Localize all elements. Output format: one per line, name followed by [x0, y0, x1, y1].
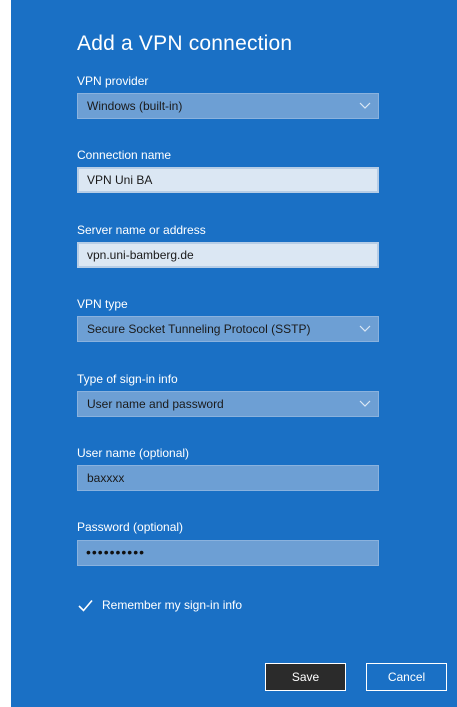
- password-input[interactable]: ••••••••••: [77, 540, 379, 566]
- connection-name-label: Connection name: [77, 148, 172, 162]
- vpn-provider-select[interactable]: Windows (built-in): [77, 93, 379, 119]
- vpn-type-select[interactable]: Secure Socket Tunneling Protocol (SSTP): [77, 316, 379, 342]
- page-title: Add a VPN connection: [77, 32, 293, 55]
- vpn-type-label: VPN type: [77, 297, 128, 311]
- password-label: Password (optional): [77, 520, 184, 534]
- username-label: User name (optional): [77, 446, 190, 460]
- server-address-input[interactable]: vpn.uni-bamberg.de: [77, 242, 379, 268]
- signin-type-label: Type of sign-in info: [77, 372, 178, 386]
- signin-type-value: User name and password: [87, 397, 224, 411]
- vpn-provider-value: Windows (built-in): [87, 99, 183, 113]
- vpn-type-value: Secure Socket Tunneling Protocol (SSTP): [87, 322, 311, 336]
- cancel-button[interactable]: Cancel: [366, 663, 447, 691]
- vpn-provider-label: VPN provider: [77, 74, 149, 88]
- checkmark-icon[interactable]: [77, 597, 94, 614]
- chevron-down-icon: [359, 325, 371, 332]
- connection-name-input[interactable]: VPN Uni BA: [77, 167, 379, 193]
- chevron-down-icon: [359, 400, 371, 407]
- window-edge: [0, 0, 11, 707]
- save-button[interactable]: Save: [265, 663, 346, 691]
- signin-type-select[interactable]: User name and password: [77, 391, 379, 417]
- username-input[interactable]: baxxxx: [77, 465, 379, 491]
- server-address-label: Server name or address: [77, 223, 206, 237]
- chevron-down-icon: [359, 102, 371, 109]
- remember-signin-label: Remember my sign-in info: [102, 598, 243, 612]
- add-vpn-dialog: Add a VPN connection VPN provider Window…: [11, 0, 457, 707]
